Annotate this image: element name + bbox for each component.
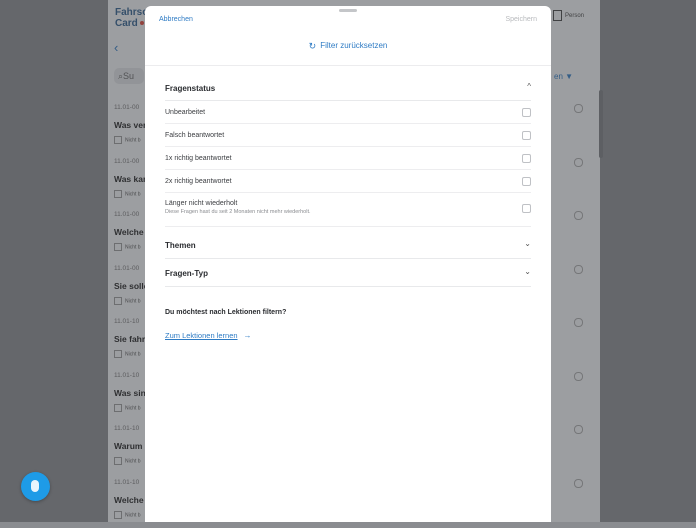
scrollbar[interactable] bbox=[599, 90, 603, 158]
chevron-down-icon: ⌄ bbox=[524, 267, 531, 276]
option-label: 1x richtig beantwortet bbox=[165, 155, 232, 162]
status-option-laenger[interactable]: Länger nicht wiederholt Diese Fragen has… bbox=[165, 193, 531, 227]
section-title: Fragen-Typ bbox=[165, 269, 208, 278]
option-label: Länger nicht wiederholt bbox=[165, 200, 237, 207]
themes-section[interactable]: Themen ⌄ bbox=[165, 231, 531, 259]
themes-section-header[interactable]: Themen ⌄ bbox=[165, 231, 531, 259]
cancel-button[interactable]: Abbrechen bbox=[159, 16, 193, 23]
chevron-down-icon: ⌄ bbox=[524, 239, 531, 248]
option-label: 2x richtig beantwortet bbox=[165, 178, 232, 185]
sheet-grabber[interactable] bbox=[339, 9, 357, 12]
lessons-link-label: Zum Lektionen lernen bbox=[165, 331, 238, 340]
option-label: Unbearbeitet bbox=[165, 109, 205, 116]
save-button[interactable]: Speichern bbox=[505, 16, 537, 23]
status-option-falsch[interactable]: Falsch beantwortet bbox=[165, 124, 531, 147]
reset-filter-button[interactable]: ↻Filter zurücksetzen bbox=[145, 41, 551, 52]
refresh-icon: ↻ bbox=[309, 41, 317, 52]
checkbox[interactable] bbox=[522, 204, 531, 213]
section-title: Fragenstatus bbox=[165, 84, 215, 93]
status-option-unbearbeitet[interactable]: Unbearbeitet bbox=[165, 101, 531, 124]
lessons-link[interactable]: Zum Lektionen lernen → bbox=[165, 331, 252, 340]
checkbox[interactable] bbox=[522, 108, 531, 117]
checkbox[interactable] bbox=[522, 131, 531, 140]
filter-sheet: Abbrechen Speichern ↻Filter zurücksetzen… bbox=[145, 6, 551, 522]
checkbox[interactable] bbox=[522, 177, 531, 186]
type-section[interactable]: Fragen-Typ ⌄ bbox=[165, 259, 531, 287]
status-option-2x-richtig[interactable]: 2x richtig beantwortet bbox=[165, 170, 531, 193]
arrow-right-icon: → bbox=[244, 331, 252, 340]
chevron-up-icon: ^ bbox=[527, 82, 531, 91]
option-sublabel: Diese Fragen hast du seit 2 Monaten nich… bbox=[165, 209, 311, 215]
divider bbox=[145, 65, 551, 66]
type-section-header[interactable]: Fragen-Typ ⌄ bbox=[165, 259, 531, 287]
lessons-question: Du möchtest nach Lektionen filtern? bbox=[165, 309, 286, 316]
option-label: Falsch beantwortet bbox=[165, 132, 224, 139]
checkbox[interactable] bbox=[522, 154, 531, 163]
status-section-header[interactable]: Fragenstatus ^ bbox=[165, 74, 531, 101]
section-title: Themen bbox=[165, 241, 196, 250]
status-option-1x-richtig[interactable]: 1x richtig beantwortet bbox=[165, 147, 531, 170]
status-section: Fragenstatus ^ Unbearbeitet Falsch beant… bbox=[165, 74, 531, 227]
assistant-fab-button[interactable] bbox=[21, 472, 50, 501]
reset-filter-label: Filter zurücksetzen bbox=[320, 41, 387, 50]
